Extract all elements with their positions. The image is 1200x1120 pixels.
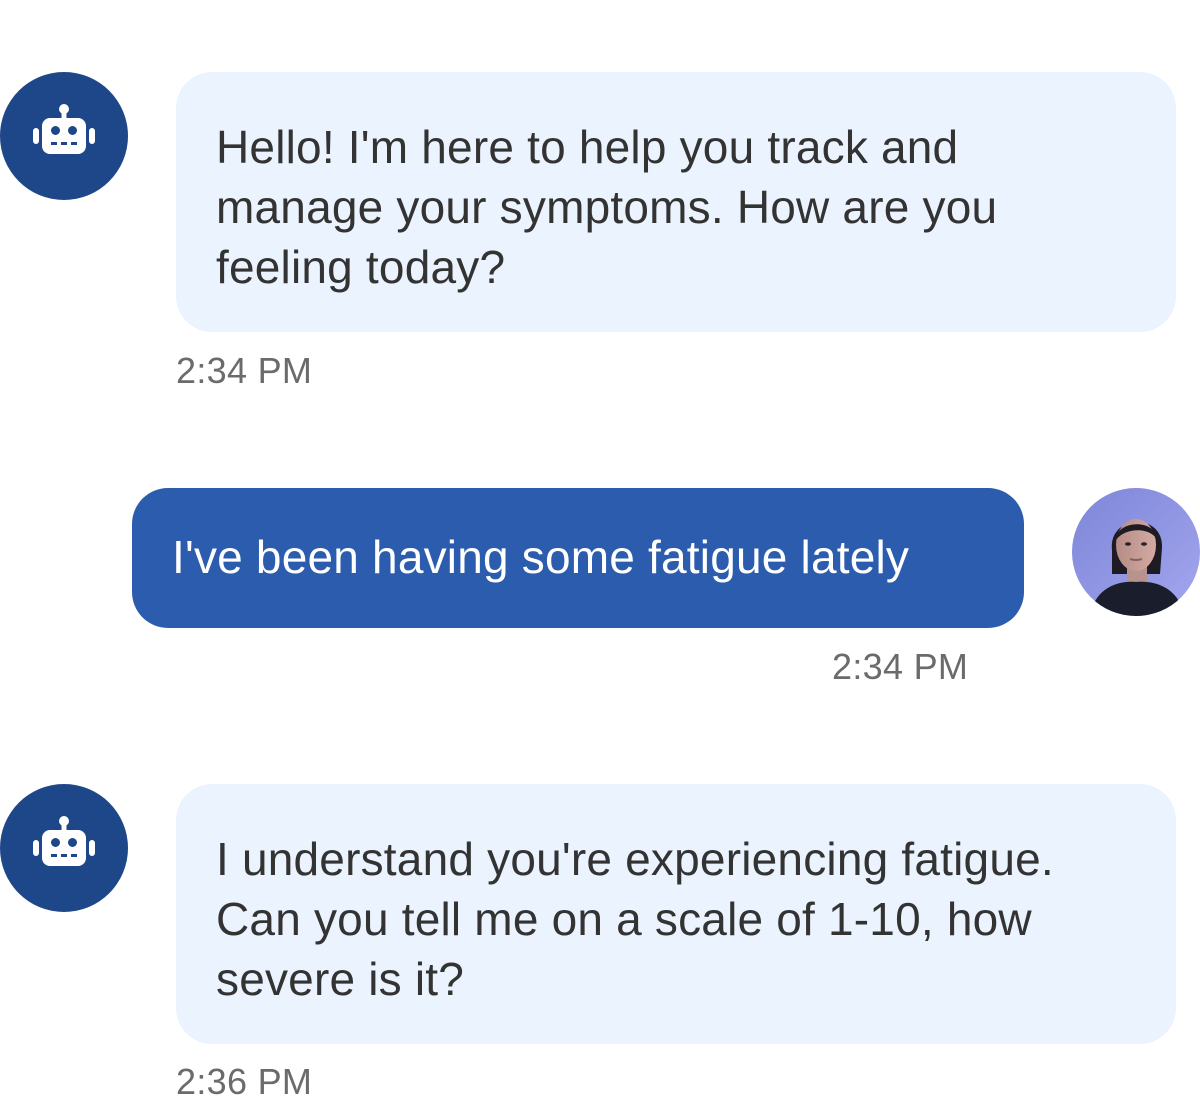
bot-message-text: I understand you're experiencing fatigue… [216, 833, 1054, 1005]
bot-avatar [0, 72, 128, 200]
user-message-text: I've been having some fatigue lately [172, 531, 910, 583]
user-avatar [1072, 488, 1200, 616]
bot-message-bubble: Hello! I'm here to help you track and ma… [176, 72, 1176, 332]
message-timestamp: 2:34 PM [832, 646, 969, 687]
robot-icon [27, 99, 101, 173]
message-timestamp: 2:36 PM [176, 1061, 313, 1102]
bot-message-bubble: I understand you're experiencing fatigue… [176, 784, 1176, 1044]
user-message-bubble: I've been having some fatigue lately [132, 488, 1024, 628]
message-timestamp: 2:34 PM [176, 350, 313, 391]
bot-avatar [0, 784, 128, 912]
robot-icon [27, 811, 101, 885]
bot-message-text: Hello! I'm here to help you track and ma… [216, 121, 998, 293]
